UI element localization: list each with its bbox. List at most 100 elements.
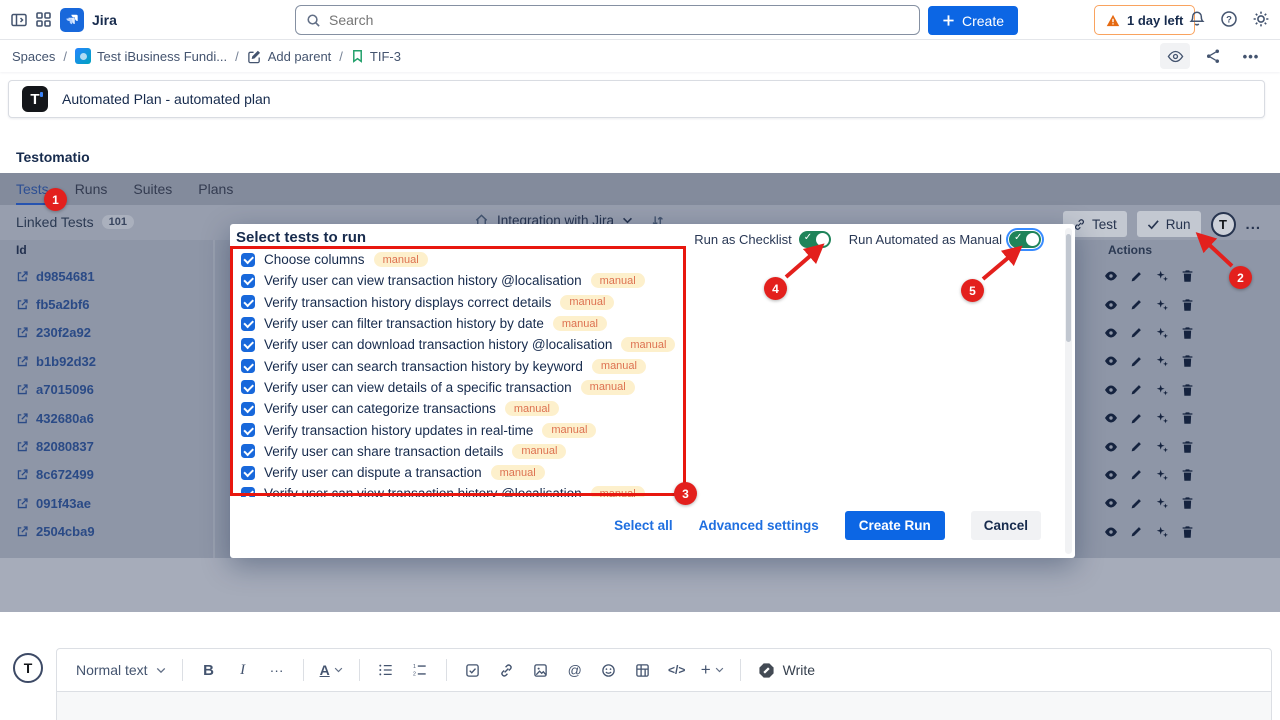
text-format-more-button[interactable]: ··· bbox=[262, 655, 292, 685]
view-eye-icon[interactable] bbox=[1104, 497, 1118, 509]
test-id-link[interactable]: 2504cba9 bbox=[16, 518, 206, 546]
edit-pencil-icon[interactable] bbox=[1130, 440, 1143, 453]
test-id-link[interactable]: 230f2a92 bbox=[16, 319, 206, 347]
run-button[interactable]: Run bbox=[1137, 211, 1201, 237]
insert-image-icon[interactable] bbox=[526, 655, 556, 685]
emoji-icon[interactable] bbox=[594, 655, 624, 685]
edit-pencil-icon[interactable] bbox=[1130, 383, 1143, 396]
view-eye-icon[interactable] bbox=[1104, 412, 1118, 424]
delete-trash-icon[interactable] bbox=[1181, 525, 1194, 539]
edit-pencil-icon[interactable] bbox=[1130, 497, 1143, 510]
breadcrumb-add-parent[interactable]: Add parent bbox=[247, 49, 332, 64]
settings-gear-icon[interactable] bbox=[1252, 10, 1270, 28]
view-eye-icon[interactable] bbox=[1104, 526, 1118, 538]
ai-sparkles-icon[interactable] bbox=[1155, 326, 1169, 340]
select-all-link[interactable]: Select all bbox=[614, 518, 673, 533]
bullet-list-icon[interactable] bbox=[371, 655, 401, 685]
view-eye-icon[interactable] bbox=[1104, 270, 1118, 282]
delete-trash-icon[interactable] bbox=[1181, 269, 1194, 283]
ai-sparkles-icon[interactable] bbox=[1155, 468, 1169, 482]
test-checkbox[interactable] bbox=[241, 317, 255, 331]
advanced-settings-link[interactable]: Advanced settings bbox=[699, 518, 819, 533]
breadcrumb-spaces[interactable]: Spaces bbox=[12, 49, 55, 64]
panel-tab[interactable]: Runs bbox=[75, 181, 108, 205]
ai-write-button[interactable]: Write bbox=[758, 662, 815, 679]
test-checkbox[interactable] bbox=[241, 253, 255, 267]
test-id-link[interactable]: 432680a6 bbox=[16, 404, 206, 432]
edit-pencil-icon[interactable] bbox=[1130, 326, 1143, 339]
test-checkbox[interactable] bbox=[241, 380, 255, 394]
create-run-button[interactable]: Create Run bbox=[845, 511, 945, 540]
test-checkbox[interactable] bbox=[241, 359, 255, 373]
ai-sparkles-icon[interactable] bbox=[1155, 525, 1169, 539]
panel-tab[interactable]: Plans bbox=[198, 181, 233, 205]
jira-logo[interactable] bbox=[60, 8, 84, 32]
run-as-checklist-toggle[interactable] bbox=[799, 231, 831, 248]
text-color-button[interactable]: A bbox=[315, 655, 348, 685]
test-id-link[interactable]: b1b92d32 bbox=[16, 347, 206, 375]
share-icon[interactable] bbox=[1198, 43, 1228, 69]
create-button[interactable]: Create bbox=[928, 6, 1018, 35]
watch-eye-icon[interactable] bbox=[1160, 43, 1190, 69]
panel-tab[interactable]: Suites bbox=[133, 181, 172, 205]
test-id-link[interactable]: fb5a2bf6 bbox=[16, 290, 206, 318]
ai-sparkles-icon[interactable] bbox=[1155, 383, 1169, 397]
ai-sparkles-icon[interactable] bbox=[1155, 354, 1169, 368]
search-bar[interactable] bbox=[295, 5, 920, 35]
app-switcher-icon[interactable] bbox=[35, 11, 52, 28]
view-eye-icon[interactable] bbox=[1104, 299, 1118, 311]
test-checkbox[interactable] bbox=[241, 487, 255, 497]
testomatio-circle-button[interactable]: T bbox=[1211, 212, 1236, 237]
code-block-icon[interactable]: </> bbox=[662, 655, 692, 685]
edit-pencil-icon[interactable] bbox=[1130, 298, 1143, 311]
view-eye-icon[interactable] bbox=[1104, 441, 1118, 453]
insert-table-icon[interactable] bbox=[628, 655, 658, 685]
test-id-link[interactable]: 8c672499 bbox=[16, 461, 206, 489]
cancel-button[interactable]: Cancel bbox=[971, 511, 1041, 540]
edit-pencil-icon[interactable] bbox=[1130, 270, 1143, 283]
ai-sparkles-icon[interactable] bbox=[1155, 440, 1169, 454]
test-id-link[interactable]: 82080837 bbox=[16, 432, 206, 460]
test-checkbox[interactable] bbox=[241, 444, 255, 458]
delete-trash-icon[interactable] bbox=[1181, 326, 1194, 340]
delete-trash-icon[interactable] bbox=[1181, 496, 1194, 510]
italic-button[interactable]: I bbox=[228, 655, 258, 685]
test-checkbox[interactable] bbox=[241, 466, 255, 480]
breadcrumb-space[interactable]: Test iBusiness Fundi... bbox=[75, 48, 227, 64]
edit-pencil-icon[interactable] bbox=[1130, 412, 1143, 425]
delete-trash-icon[interactable] bbox=[1181, 298, 1194, 312]
test-checkbox[interactable] bbox=[241, 338, 255, 352]
view-eye-icon[interactable] bbox=[1104, 327, 1118, 339]
automated-plan-macro[interactable]: T Automated Plan - automated plan bbox=[8, 80, 1265, 118]
delete-trash-icon[interactable] bbox=[1181, 411, 1194, 425]
edit-pencil-icon[interactable] bbox=[1130, 355, 1143, 368]
editor-content-area[interactable] bbox=[56, 692, 1272, 720]
test-checkbox[interactable] bbox=[241, 295, 255, 309]
insert-more-button[interactable]: + bbox=[696, 655, 729, 685]
ai-sparkles-icon[interactable] bbox=[1155, 411, 1169, 425]
test-checkbox[interactable] bbox=[241, 423, 255, 437]
delete-trash-icon[interactable] bbox=[1181, 440, 1194, 454]
ai-sparkles-icon[interactable] bbox=[1155, 298, 1169, 312]
panel-more-icon[interactable]: ... bbox=[1246, 216, 1262, 233]
trial-countdown-badge[interactable]: 1 day left bbox=[1094, 5, 1195, 35]
test-id-link[interactable]: 091f43ae bbox=[16, 489, 206, 517]
edit-pencil-icon[interactable] bbox=[1130, 468, 1143, 481]
test-id-link[interactable]: d9854681 bbox=[16, 262, 206, 290]
edit-pencil-icon[interactable] bbox=[1130, 525, 1143, 538]
delete-trash-icon[interactable] bbox=[1181, 354, 1194, 368]
breadcrumb-issue[interactable]: TIF-3 bbox=[351, 49, 401, 64]
sidebar-toggle-icon[interactable] bbox=[10, 11, 28, 29]
test-checkbox[interactable] bbox=[241, 402, 255, 416]
view-eye-icon[interactable] bbox=[1104, 469, 1118, 481]
run-automated-as-manual-toggle[interactable] bbox=[1009, 231, 1041, 248]
notifications-bell-icon[interactable] bbox=[1188, 10, 1206, 28]
help-icon[interactable]: ? bbox=[1220, 10, 1238, 28]
bold-button[interactable]: B bbox=[194, 655, 224, 685]
numbered-list-icon[interactable]: 12 bbox=[405, 655, 435, 685]
more-actions-icon[interactable]: ••• bbox=[1236, 43, 1266, 69]
task-list-icon[interactable] bbox=[458, 655, 488, 685]
delete-trash-icon[interactable] bbox=[1181, 468, 1194, 482]
view-eye-icon[interactable] bbox=[1104, 355, 1118, 367]
search-input[interactable] bbox=[329, 12, 909, 28]
